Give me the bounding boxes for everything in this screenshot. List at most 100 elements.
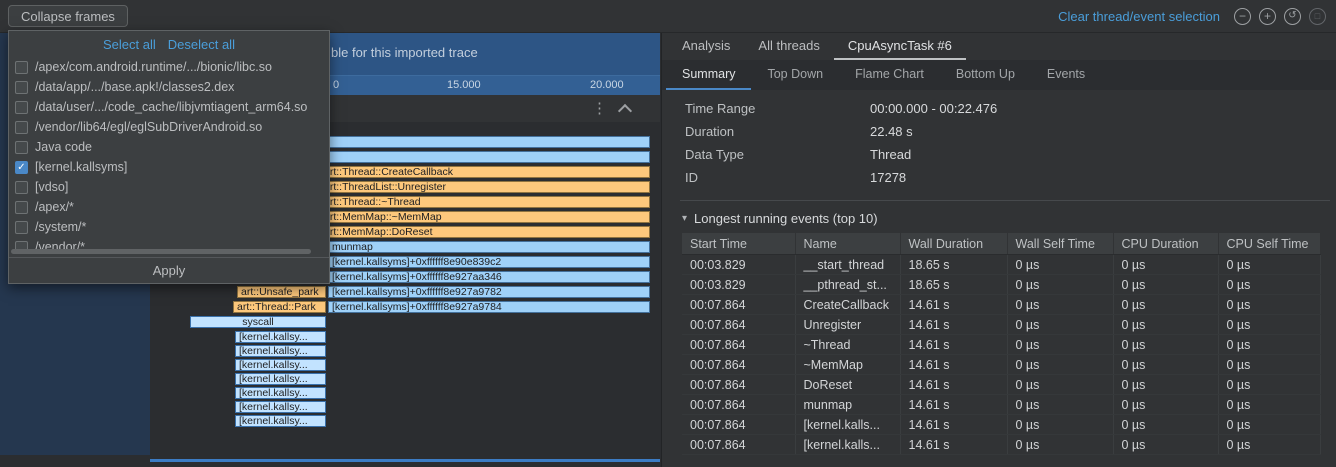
flame-bar[interactable]: [kernel.kallsy... [235,345,326,357]
cell: 0 µs [1113,395,1218,415]
subtab-top-down[interactable]: Top Down [751,60,839,90]
cell: 0 µs [1113,435,1218,455]
col-wall-self-time[interactable]: Wall Self Time [1007,233,1113,255]
popup-horizontal-scrollbar[interactable] [11,249,327,255]
col-wall-duration[interactable]: Wall Duration [900,233,1007,255]
cell: 0 µs [1007,315,1113,335]
checkbox-icon[interactable] [15,221,28,234]
flame-bar[interactable]: [kernel.kallsyms]+0xffffff8e927a9782 [328,286,650,298]
subtab-summary[interactable]: Summary [666,60,751,90]
cell: ~Thread [795,335,900,355]
table-row[interactable]: 00:03.829 __pthread_st... 18.65 s 0 µs 0… [682,275,1320,295]
module-filter-item[interactable]: /vendor/lib64/egl/eglSubDriverAndroid.so [9,117,329,137]
clear-selection-link[interactable]: Clear thread/event selection [1058,9,1220,24]
cell: 00:07.864 [682,335,795,355]
table-row[interactable]: 00:07.864 ~MemMap 14.61 s 0 µs 0 µs 0 µs [682,355,1320,375]
more-options-icon[interactable] [592,99,607,117]
ruler-tick: 0 [333,79,339,91]
table-row[interactable]: 00:07.864 CreateCallback 14.61 s 0 µs 0 … [682,295,1320,315]
flame-bar[interactable]: art::Thread::CreateCallback [320,166,650,178]
table-row[interactable]: 00:07.864 [kernel.kalls... 14.61 s 0 µs … [682,435,1320,455]
col-name[interactable]: Name [795,233,900,255]
inspector-pane: Analysis All threads CpuAsyncTask #6 Sum… [661,33,1336,467]
tab-analysis[interactable]: Analysis [668,33,744,60]
checkbox-icon[interactable] [15,201,28,214]
table-row[interactable]: 00:07.864 Unregister 14.61 s 0 µs 0 µs 0… [682,315,1320,335]
flame-bar[interactable]: munmap [328,241,650,253]
module-filter-item[interactable]: [vdso] [9,177,329,197]
reset-zoom-icon[interactable] [1284,8,1301,25]
checkbox-icon[interactable] [15,181,28,194]
col-cpu-self-time[interactable]: CPU Self Time [1218,233,1320,255]
flame-bar[interactable]: art::Thread::Park [233,301,326,313]
select-all-link[interactable]: Select all [103,37,156,52]
module-filter-item[interactable]: /data/app/.../base.apk!/classes2.dex [9,77,329,97]
checkbox-icon[interactable] [15,121,28,134]
module-filter-item[interactable]: /data/user/.../code_cache/libjvmtiagent_… [9,97,329,117]
module-filter-item[interactable]: [kernel.kallsyms] [9,157,329,177]
collapse-track-icon[interactable] [618,104,632,118]
checkbox-icon[interactable] [15,61,28,74]
table-row[interactable]: 00:03.829 __start_thread 18.65 s 0 µs 0 … [682,255,1320,275]
collapse-frames-button[interactable]: Collapse frames [8,5,128,27]
module-filter-label: /data/app/.../base.apk!/classes2.dex [35,80,234,94]
checkbox-icon[interactable] [15,101,28,114]
subtab-events[interactable]: Events [1031,60,1101,90]
deselect-all-link[interactable]: Deselect all [168,37,235,52]
events-section-header[interactable]: Longest running events (top 10) [682,207,878,229]
col-start-time[interactable]: Start Time [682,233,795,255]
cell: 00:07.864 [682,375,795,395]
cell: 00:07.864 [682,355,795,375]
checkbox-checked-icon[interactable] [15,161,28,174]
scrollbar-thumb[interactable] [11,249,311,254]
cell: __start_thread [795,255,900,275]
module-filter-item[interactable]: /system/* [9,217,329,237]
subtab-flame-chart[interactable]: Flame Chart [839,60,940,90]
timeline-scrollbar[interactable] [150,459,660,462]
popup-links: Select all Deselect all [9,31,329,57]
field-id: ID 17278 [685,166,997,189]
cell: 14.61 s [900,395,1007,415]
cell: 18.65 s [900,275,1007,295]
zoom-out-icon[interactable] [1234,8,1251,25]
field-data-type: Data Type Thread [685,143,997,166]
field-label: ID [685,170,870,185]
flame-bar[interactable]: [kernel.kallsy... [235,401,326,413]
flame-bar[interactable]: art::MemMap::~MemMap [320,211,650,223]
cell: 0 µs [1113,355,1218,375]
module-filter-item[interactable]: /apex/com.android.runtime/.../bionic/lib… [9,57,329,77]
cell: 14.61 s [900,375,1007,395]
flame-bar[interactable]: [kernel.kallsyms]+0xffffff8e927a9784 [328,301,650,313]
subtab-bottom-up[interactable]: Bottom Up [940,60,1031,90]
flame-bar[interactable]: [kernel.kallsy... [235,331,326,343]
flame-bar[interactable]: [kernel.kallsyms]+0xffffff8e90e839c2 [328,256,650,268]
flame-bar[interactable]: art::Unsafe_park [237,286,326,298]
cell: 0 µs [1218,415,1320,435]
checkbox-icon[interactable] [15,141,28,154]
table-row[interactable]: 00:07.864 ~Thread 14.61 s 0 µs 0 µs 0 µs [682,335,1320,355]
tab-all-threads[interactable]: All threads [744,33,833,60]
cell: 0 µs [1007,395,1113,415]
flame-bar[interactable]: [kernel.kallsy... [235,415,326,427]
flame-bar[interactable]: syscall [190,316,326,328]
table-row[interactable]: 00:07.864 DoReset 14.61 s 0 µs 0 µs 0 µs [682,375,1320,395]
cell: 0 µs [1218,255,1320,275]
table-row[interactable]: 00:07.864 munmap 14.61 s 0 µs 0 µs 0 µs [682,395,1320,415]
module-filter-item[interactable]: Java code [9,137,329,157]
flame-bar[interactable]: [kernel.kallsy... [235,359,326,371]
checkbox-icon[interactable] [15,81,28,94]
tab-cpuasynctask-6[interactable]: CpuAsyncTask #6 [834,33,966,60]
flame-bar[interactable]: [kernel.kallsyms]+0xffffff8e927aa346 [328,271,650,283]
field-label: Time Range [685,101,870,116]
flame-bar[interactable]: art::ThreadList::Unregister [320,181,650,193]
apply-button[interactable]: Apply [9,257,329,283]
zoom-in-icon[interactable] [1259,8,1276,25]
flame-bar[interactable]: art::Thread::~Thread [320,196,650,208]
module-filter-item[interactable]: /apex/* [9,197,329,217]
col-cpu-duration[interactable]: CPU Duration [1113,233,1218,255]
flame-bar[interactable]: art::MemMap::DoReset [320,226,650,238]
table-row[interactable]: 00:07.864 [kernel.kalls... 14.61 s 0 µs … [682,415,1320,435]
flame-bar[interactable]: [kernel.kallsy... [235,387,326,399]
cell: 0 µs [1007,435,1113,455]
flame-bar[interactable]: [kernel.kallsy... [235,373,326,385]
